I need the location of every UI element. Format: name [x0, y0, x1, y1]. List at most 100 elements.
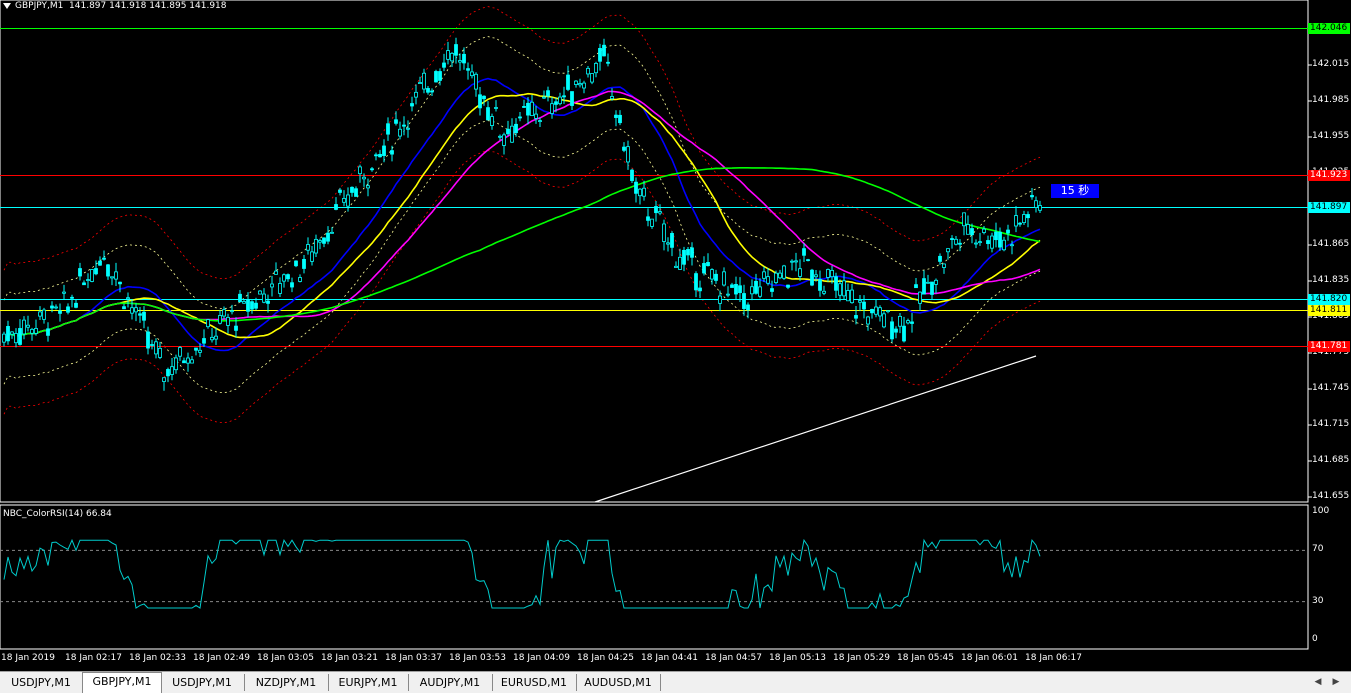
candle-body — [714, 273, 718, 281]
candle-body — [754, 280, 758, 294]
price-tick-label: 141.745 — [1312, 383, 1350, 393]
price-tick-label: 141.985 — [1312, 95, 1350, 105]
candle-body — [758, 286, 762, 297]
candle-body — [866, 316, 870, 325]
price-level-label: 141.811 — [1308, 305, 1350, 316]
candle-body — [438, 71, 442, 81]
candle-body — [266, 300, 270, 304]
time-axis-label: 18 Jan 03:21 — [321, 653, 378, 663]
candle-body — [190, 359, 194, 364]
candle-body — [554, 101, 558, 105]
candle-body — [834, 276, 838, 291]
candle-body — [466, 68, 470, 71]
candle-body — [322, 237, 326, 244]
candle-body — [414, 91, 418, 98]
candle-body — [1018, 222, 1022, 225]
triangle-down-icon[interactable] — [3, 2, 11, 9]
candle-body — [614, 114, 618, 118]
time-axis-label: 18 Jan 04:57 — [705, 653, 762, 663]
candlesticks — [2, 37, 1042, 391]
candle-body — [138, 313, 142, 316]
ma-yellow-line — [3, 92, 1041, 343]
candle-body — [890, 321, 894, 340]
price-tick-label: 141.715 — [1312, 419, 1350, 429]
candle-body — [610, 96, 614, 100]
candle-body — [1006, 229, 1010, 234]
symbol-tab[interactable]: GBPJPY,M1 — [82, 672, 162, 693]
candle-body — [538, 120, 542, 122]
candle-body — [914, 284, 918, 289]
candle-body — [518, 116, 522, 119]
candle-body — [1014, 215, 1018, 227]
candle-body — [702, 263, 706, 274]
time-axis-label: 18 Jan 06:17 — [1025, 653, 1082, 663]
candle-body — [698, 287, 702, 292]
candle-body — [574, 80, 578, 85]
candle-body — [802, 248, 806, 256]
candle-body — [2, 333, 6, 343]
symbol-tab[interactable]: AUDJPY,M1 — [408, 674, 493, 691]
symbol-tab[interactable]: USDJPY,M1 — [0, 674, 83, 691]
candle-body — [906, 320, 910, 324]
candle-body — [1010, 244, 1014, 247]
candle-body — [566, 74, 570, 90]
candle-body — [242, 301, 246, 304]
candle-body — [782, 265, 786, 279]
candle-body — [502, 134, 506, 146]
candle-body — [146, 331, 150, 349]
candle-body — [50, 305, 54, 309]
candle-body — [646, 216, 650, 221]
candle-body — [938, 255, 942, 262]
time-axis-label: 18 Jan 06:01 — [961, 653, 1018, 663]
candle-body — [86, 279, 90, 281]
candle-body — [910, 321, 914, 324]
candle-body — [526, 102, 530, 116]
symbol-tab[interactable]: AUDUSD,M1 — [576, 674, 661, 691]
symbol-tab[interactable]: EURUSD,M1 — [492, 674, 577, 691]
candle-body — [922, 278, 926, 295]
candle-body — [34, 328, 38, 334]
candle-body — [842, 280, 846, 297]
symbol-tab[interactable]: NZDJPY,M1 — [244, 674, 329, 691]
time-axis-label: 18 Jan 05:29 — [833, 653, 890, 663]
candle-body — [198, 349, 202, 353]
candle-body — [750, 286, 754, 295]
candle-body — [790, 260, 794, 263]
candle-body — [162, 377, 166, 382]
candle-body — [390, 150, 394, 155]
candle-body — [270, 283, 274, 288]
candle-body — [342, 198, 346, 203]
time-axis-label: 18 Jan 02:33 — [129, 653, 186, 663]
candle-body — [310, 251, 314, 262]
symbol-tab[interactable]: EURJPY,M1 — [328, 674, 409, 691]
candle-body — [506, 128, 510, 135]
triangle-left-icon[interactable]: ◀ — [1312, 676, 1324, 688]
mt4-chart-window: GBPJPY,M1 141.897 141.918 141.895 141.91… — [0, 0, 1351, 693]
candle-body — [202, 338, 206, 344]
candle-body — [74, 302, 78, 308]
symbol-tab[interactable]: USDJPY,M1 — [160, 674, 245, 691]
candle-body — [422, 72, 426, 90]
time-axis-label: 18 Jan 03:05 — [257, 653, 314, 663]
candle-body — [686, 249, 690, 256]
candle-body — [450, 52, 454, 62]
price-tick-label: 142.015 — [1312, 59, 1350, 69]
candle-body — [82, 282, 86, 286]
candle-body — [230, 310, 234, 313]
triangle-right-icon[interactable]: ▶ — [1330, 676, 1342, 688]
candle-body — [766, 276, 770, 284]
candle-body — [606, 61, 610, 64]
indicator-tick-label: 100 — [1312, 506, 1330, 516]
price-chart-canvas[interactable] — [0, 0, 1351, 671]
candle-body — [26, 324, 30, 328]
candle-body — [294, 260, 298, 267]
candle-body — [862, 301, 866, 310]
candle-body — [214, 335, 218, 340]
indicator-tick-label: 0 — [1312, 634, 1318, 644]
price-level-label: 141.820 — [1308, 294, 1350, 305]
candle-body — [210, 336, 214, 341]
candle-body — [334, 204, 338, 210]
candle-body — [254, 302, 258, 309]
candle-body — [530, 101, 534, 117]
candle-body — [806, 259, 810, 262]
